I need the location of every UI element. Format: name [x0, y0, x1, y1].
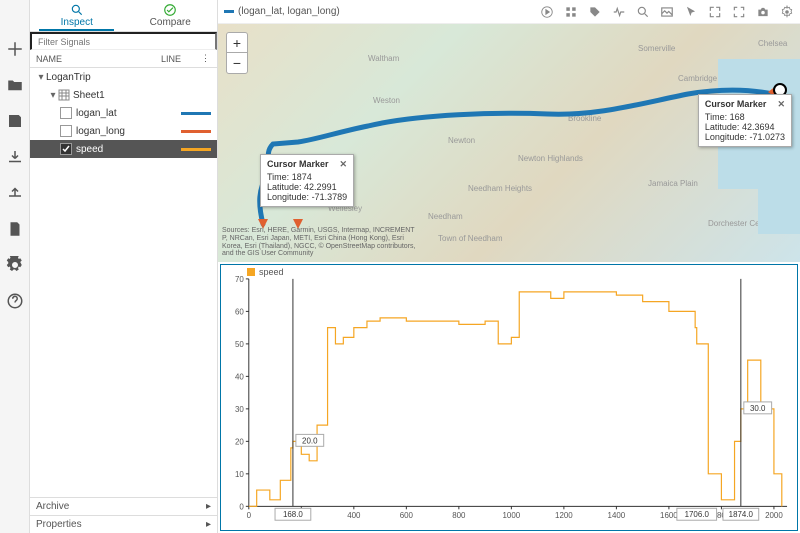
svg-text:1874.0: 1874.0 [729, 510, 754, 519]
tag-icon[interactable] [588, 5, 602, 19]
svg-text:2000: 2000 [765, 511, 783, 520]
cursor-popup-2: Cursor Marker✕ Time: 1874 Latitude: 42.2… [260, 154, 354, 207]
svg-text:800: 800 [452, 511, 466, 520]
svg-text:1200: 1200 [555, 511, 573, 520]
tree-sheet[interactable]: ▾ Sheet1 [30, 86, 217, 104]
expand-icon[interactable] [708, 5, 722, 19]
svg-text:0: 0 [239, 502, 244, 511]
signal-icon[interactable] [612, 5, 626, 19]
svg-text:20: 20 [235, 437, 244, 446]
svg-text:20.0: 20.0 [302, 436, 318, 445]
close-icon[interactable]: ✕ [340, 159, 348, 170]
map-attribution: Sources: Esri, HERE, Garmin, USGS, Inter… [222, 227, 422, 258]
svg-text:50: 50 [235, 340, 244, 349]
archive-shelf[interactable]: Archive▸ [30, 497, 217, 515]
svg-text:1000: 1000 [503, 511, 521, 520]
help-icon[interactable] [6, 292, 24, 310]
folder-icon[interactable] [6, 76, 24, 94]
add-icon[interactable] [6, 40, 24, 58]
svg-text:600: 600 [400, 511, 414, 520]
signal-panel: Inspect Compare NAME LINE ⋮ ▾LoganTrip ▾… [30, 0, 218, 533]
camera-icon[interactable] [756, 5, 770, 19]
inspect-tab[interactable]: Inspect [30, 0, 124, 31]
zoom-control[interactable]: + − [226, 32, 248, 74]
settings-icon[interactable] [780, 5, 794, 19]
plot-toolbar: (logan_lat, logan_long) [218, 0, 800, 24]
svg-text:400: 400 [347, 511, 361, 520]
svg-text:30: 30 [235, 405, 244, 414]
svg-text:30.0: 30.0 [750, 404, 766, 413]
cursor-popup-1: Cursor Marker✕ Time: 168 Latitude: 42.36… [698, 94, 792, 147]
download-icon[interactable] [6, 148, 24, 166]
document-icon[interactable] [6, 220, 24, 238]
svg-text:168.0: 168.0 [283, 510, 303, 519]
zoom-out-button[interactable]: − [227, 53, 247, 73]
signal-row[interactable]: logan_lat [30, 104, 217, 122]
image-icon[interactable] [660, 5, 674, 19]
svg-text:1400: 1400 [608, 511, 626, 520]
pointer-icon[interactable] [684, 5, 698, 19]
tree-header: NAME LINE ⋮ [30, 50, 217, 68]
signal-row[interactable]: logan_long [30, 122, 217, 140]
speed-chart[interactable]: speed 0102030405060700200400600800100012… [220, 264, 798, 531]
svg-text:0: 0 [247, 511, 252, 520]
zoom-in-button[interactable]: + [227, 33, 247, 53]
properties-shelf[interactable]: Properties▸ [30, 515, 217, 533]
export-icon[interactable] [6, 184, 24, 202]
svg-text:70: 70 [235, 275, 244, 284]
svg-text:1600: 1600 [660, 511, 678, 520]
svg-text:10: 10 [235, 470, 244, 479]
map-view[interactable]: Waltham Weston Newton Wellesley Needham … [218, 24, 800, 262]
signal-row-selected[interactable]: speed [30, 140, 217, 158]
filter-input[interactable] [30, 32, 217, 50]
compare-tab[interactable]: Compare [124, 0, 218, 31]
tree-root[interactable]: ▾LoganTrip [30, 68, 217, 86]
fullscreen-icon[interactable] [732, 5, 746, 19]
play-icon[interactable] [540, 5, 554, 19]
save-icon[interactable] [6, 112, 24, 130]
grid-icon[interactable] [564, 5, 578, 19]
zoom-icon[interactable] [636, 5, 650, 19]
plot-title: (logan_lat, logan_long) [224, 6, 340, 17]
gear-icon[interactable] [6, 256, 24, 274]
left-rail [0, 0, 30, 533]
svg-text:60: 60 [235, 307, 244, 316]
signal-tree: ▾LoganTrip ▾ Sheet1 logan_lat logan_long… [30, 68, 217, 497]
svg-text:40: 40 [235, 372, 244, 381]
svg-text:1706.0: 1706.0 [685, 510, 710, 519]
close-icon[interactable]: ✕ [777, 99, 785, 110]
